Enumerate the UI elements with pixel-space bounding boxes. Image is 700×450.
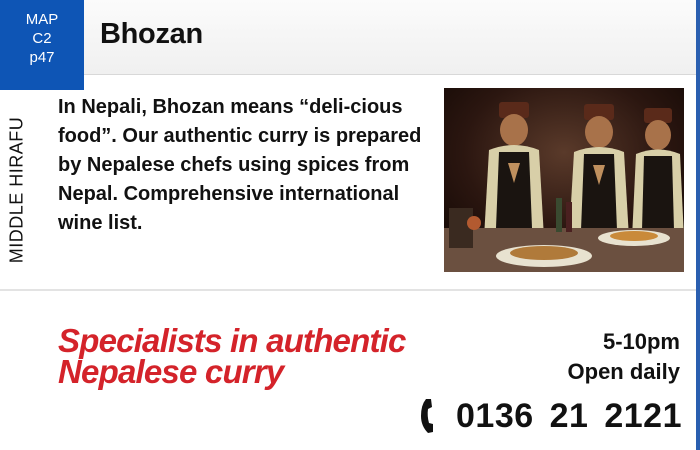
map-label: MAP (25, 11, 59, 28)
description: In Nepali, Bhozan means “deli-cious food… (58, 96, 422, 234)
map-page-ref: p47 (29, 49, 55, 66)
section-divider (0, 289, 696, 291)
tagline-line-2: Nepalese curry (58, 353, 284, 390)
map-grid-ref: C2 (32, 30, 52, 47)
area-label: MIDDLE HIRAFU (6, 116, 27, 264)
map-reference-badge: MAP C2 p47 (0, 0, 84, 90)
phone-icon (421, 399, 434, 433)
tagline-line-1: Specialists in authentic (58, 322, 406, 359)
tagline: Specialists in authentic Nepalese curry (58, 322, 406, 390)
opening-hours: 5-10pm Open daily (568, 327, 680, 387)
chefs-photo-illustration (444, 88, 684, 272)
listing-card: Bhozan MAP C2 p47 MIDDLE HIRAFU In Nepal… (0, 0, 700, 450)
page-edge (696, 0, 700, 450)
listing-header: Bhozan (0, 0, 696, 75)
restaurant-title: Bhozan (100, 18, 203, 50)
phone-contact[interactable]: 0136 21 2121 (420, 395, 682, 437)
restaurant-photo (444, 88, 684, 272)
hours-days: Open daily (567, 359, 680, 384)
hours-time: 5-10pm (602, 329, 680, 354)
phone-number[interactable]: 0136 21 2121 (456, 397, 682, 436)
